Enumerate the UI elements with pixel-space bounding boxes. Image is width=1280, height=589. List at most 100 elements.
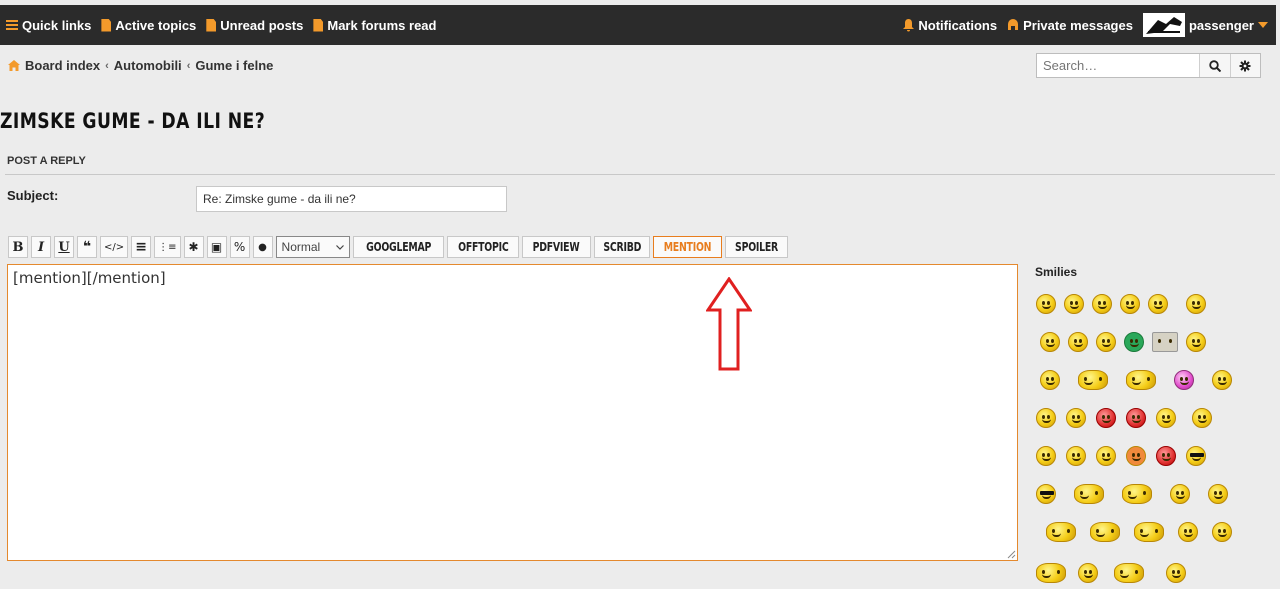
color-button[interactable]: ● — [252, 236, 273, 258]
user-menu[interactable]: passenger — [1142, 13, 1268, 37]
quote-button[interactable]: ❝ — [77, 236, 97, 258]
eyes-icon[interactable] — [1178, 522, 1198, 542]
subject-input[interactable] — [196, 186, 507, 212]
mark-forums-read-link[interactable]: Mark forums read — [313, 18, 436, 33]
mad-icon[interactable] — [1126, 408, 1146, 428]
bell-icon — [903, 18, 915, 31]
smilies-panel — [1030, 285, 1265, 589]
mention-button[interactable]: MENTION — [652, 236, 722, 258]
breadcrumb-automobili[interactable]: Automobili — [114, 58, 182, 73]
bold-button[interactable]: B — [8, 236, 28, 258]
kiss-icon[interactable] — [1174, 370, 1194, 390]
scribd-button[interactable]: SCRIBD — [593, 236, 650, 258]
font-size-value: Normal — [281, 240, 321, 254]
shock-icon[interactable] — [1068, 332, 1088, 352]
breadcrumb-separator: ‹ — [105, 59, 109, 72]
notifications-link[interactable]: Notifications — [903, 18, 997, 33]
italic-button[interactable]: I — [31, 236, 51, 258]
divider — [5, 174, 1275, 175]
yawn-icon[interactable] — [1212, 522, 1232, 542]
font-size-select[interactable]: Normal — [275, 236, 350, 258]
googlemap-button[interactable]: GOOGLEMAP — [352, 236, 444, 258]
sly-icon[interactable] — [1096, 332, 1116, 352]
shy-icon[interactable] — [1166, 563, 1186, 583]
eek-icon[interactable] — [1066, 446, 1086, 466]
tongue-icon[interactable] — [1092, 294, 1112, 314]
cool-icon[interactable] — [1036, 484, 1056, 504]
smilies-row — [1030, 285, 1265, 323]
search-icon — [1209, 59, 1221, 72]
party-icon[interactable] — [1114, 563, 1144, 583]
offtopic-button[interactable]: OFFTOPIC — [446, 236, 520, 258]
plus-one-icon[interactable] — [1036, 563, 1066, 583]
list-button[interactable]: ≡ — [131, 236, 152, 258]
confused-icon[interactable] — [1126, 370, 1156, 390]
quick-links-menu[interactable]: Quick links — [6, 18, 91, 33]
smilies-row — [1030, 361, 1265, 399]
file-icon — [313, 18, 324, 32]
search-input[interactable] — [1037, 54, 1199, 77]
happy-icon[interactable] — [1120, 294, 1140, 314]
sad-icon[interactable] — [1036, 408, 1056, 428]
search-button[interactable] — [1199, 54, 1230, 77]
laughing-icon[interactable] — [1040, 370, 1060, 390]
private-messages-label: Private messages — [1023, 17, 1133, 33]
crying-icon[interactable] — [1036, 446, 1056, 466]
devil-icon[interactable] — [1156, 446, 1176, 466]
code-button[interactable]: </> — [100, 236, 129, 258]
smilies-row — [1030, 323, 1265, 361]
googlemap-label: GOOGLEMAP — [365, 240, 431, 254]
private-messages-link[interactable]: Private messages — [1007, 18, 1133, 33]
applause-icon[interactable] — [1122, 484, 1152, 504]
subject-label: Subject: — [7, 188, 59, 203]
message-textarea[interactable]: [mention][/mention] — [7, 264, 1018, 561]
search-box — [1036, 53, 1261, 78]
clap-icon[interactable] — [1046, 522, 1076, 542]
resize-handle-icon[interactable] — [1007, 550, 1016, 559]
wink-icon[interactable] — [1148, 294, 1168, 314]
cry-icon[interactable] — [1066, 408, 1086, 428]
image-button[interactable]: ▣ — [206, 236, 227, 258]
pdfview-button[interactable]: PDFVIEW — [522, 236, 591, 258]
laugh-icon[interactable] — [1186, 294, 1206, 314]
smilies-row — [1030, 551, 1265, 589]
razz-icon[interactable] — [1096, 446, 1116, 466]
file-icon — [101, 18, 112, 32]
offtopic-label: OFFTOPIC — [457, 240, 509, 254]
smile-icon[interactable] — [1036, 294, 1056, 314]
green-smiley-icon[interactable] — [1124, 332, 1144, 352]
chevron-down-icon — [335, 244, 344, 250]
angry-icon[interactable] — [1096, 408, 1116, 428]
cheer-icon[interactable] — [1078, 370, 1108, 390]
breadcrumb-board-index[interactable]: Board index — [25, 58, 100, 73]
link-button[interactable]: % — [229, 236, 250, 258]
hamburger-icon — [6, 20, 18, 30]
think-icon[interactable] — [1208, 484, 1228, 504]
surprised-icon[interactable] — [1212, 370, 1232, 390]
blush-icon[interactable] — [1126, 446, 1146, 466]
underline-button[interactable]: U — [54, 236, 74, 258]
grin-icon[interactable] — [1064, 294, 1084, 314]
bbcode-toolbar: B I U ❝ </> ≡ ⋮≡ ✱ ▣ % ● Normal GOOGLEMA… — [8, 236, 789, 258]
active-topics-link[interactable]: Active topics — [101, 18, 196, 33]
advanced-search-button[interactable] — [1229, 54, 1260, 77]
spoiler-button[interactable]: SPOILER — [724, 236, 789, 258]
breadcrumb-gume-i-felne[interactable]: Gume i felne — [195, 58, 273, 73]
list-item-button[interactable]: ✱ — [183, 236, 204, 258]
section-heading: POST A REPLY — [7, 155, 86, 167]
lol-icon[interactable] — [1090, 522, 1120, 542]
dance-icon[interactable] — [1074, 484, 1104, 504]
numbered-list-button[interactable]: ⋮≡ — [154, 236, 181, 258]
breadcrumb: Board index ‹ Automobili ‹ Gume i felne — [8, 58, 273, 73]
neutral-icon[interactable] — [1192, 408, 1212, 428]
thinking-icon[interactable] — [1040, 332, 1060, 352]
smilies-row — [1030, 437, 1265, 475]
rolleyes-icon[interactable] — [1156, 408, 1176, 428]
smirk-icon[interactable] — [1078, 563, 1098, 583]
delete-smiley-icon[interactable] — [1152, 332, 1178, 352]
wave-icon[interactable] — [1134, 522, 1164, 542]
key-smiley-icon[interactable] — [1186, 332, 1206, 352]
sunglasses-icon[interactable] — [1186, 446, 1206, 466]
unread-posts-link[interactable]: Unread posts — [206, 18, 303, 33]
idea-icon[interactable] — [1170, 484, 1190, 504]
